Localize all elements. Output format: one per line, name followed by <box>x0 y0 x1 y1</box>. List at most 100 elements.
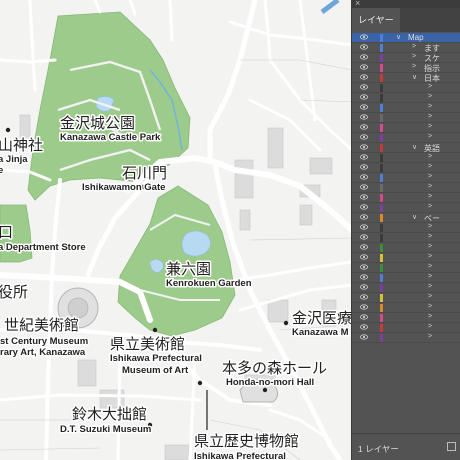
chevron-right-icon[interactable]: > <box>428 323 432 330</box>
eye-icon[interactable] <box>360 54 368 60</box>
eye-icon[interactable] <box>360 204 368 210</box>
chevron-right-icon[interactable]: > <box>428 103 432 110</box>
chevron-right-icon[interactable]: > <box>428 113 432 120</box>
layer-row[interactable]: > <box>352 103 460 113</box>
eye-icon[interactable] <box>360 164 368 170</box>
chevron-right-icon[interactable]: > <box>428 163 432 170</box>
layer-row[interactable]: > <box>352 323 460 333</box>
chevron-right-icon[interactable]: > <box>428 173 432 180</box>
layer-row[interactable]: > <box>352 283 460 293</box>
layer-row[interactable]: > スケ <box>352 53 460 63</box>
eye-icon[interactable] <box>360 84 368 90</box>
chevron-right-icon[interactable]: > <box>428 303 432 310</box>
chevron-right-icon[interactable]: > <box>412 53 416 60</box>
chevron-right-icon[interactable]: > <box>428 93 432 100</box>
chevron-right-icon[interactable]: > <box>428 233 432 240</box>
eye-icon[interactable] <box>360 314 368 320</box>
layer-row[interactable]: > <box>352 273 460 283</box>
layer-row[interactable]: ∨ Map <box>352 33 460 43</box>
layer-row[interactable]: ∨ 日本 <box>352 73 460 83</box>
label-hall-ja: 役所 <box>0 283 28 301</box>
chevron-down-icon[interactable]: ∨ <box>412 143 417 151</box>
chevron-right-icon[interactable]: > <box>428 153 432 160</box>
eye-icon[interactable] <box>360 284 368 290</box>
layer-row[interactable]: ∨ ベー <box>352 213 460 223</box>
layer-row[interactable]: > <box>352 303 460 313</box>
chevron-down-icon[interactable]: ∨ <box>396 33 401 41</box>
layer-row[interactable]: > <box>352 153 460 163</box>
layer-row[interactable]: > <box>352 173 460 183</box>
layer-row[interactable]: > <box>352 193 460 203</box>
chevron-right-icon[interactable]: > <box>428 283 432 290</box>
layer-color-swatch <box>380 224 383 232</box>
tab-layers[interactable]: レイヤー <box>352 8 400 32</box>
layer-row[interactable]: > <box>352 333 460 343</box>
eye-icon[interactable] <box>360 94 368 100</box>
layer-row[interactable]: > <box>352 223 460 233</box>
chevron-right-icon[interactable]: > <box>428 123 432 130</box>
chevron-right-icon[interactable]: > <box>428 333 432 340</box>
chevron-right-icon[interactable]: > <box>428 223 432 230</box>
layer-row[interactable]: > <box>352 313 460 323</box>
eye-icon[interactable] <box>360 34 368 40</box>
eye-icon[interactable] <box>360 194 368 200</box>
chevron-right-icon[interactable]: > <box>428 133 432 140</box>
eye-icon[interactable] <box>360 324 368 330</box>
layer-row[interactable]: > <box>352 133 460 143</box>
layer-row[interactable]: > <box>352 183 460 193</box>
eye-icon[interactable] <box>360 104 368 110</box>
chevron-down-icon[interactable]: ∨ <box>412 73 417 81</box>
eye-icon[interactable] <box>360 224 368 230</box>
layer-row[interactable]: > <box>352 243 460 253</box>
chevron-right-icon[interactable]: > <box>428 193 432 200</box>
layer-row[interactable]: > <box>352 113 460 123</box>
layer-row[interactable]: > <box>352 233 460 243</box>
eye-icon[interactable] <box>360 64 368 70</box>
chevron-right-icon[interactable]: > <box>428 83 432 90</box>
eye-icon[interactable] <box>360 254 368 260</box>
layer-row[interactable]: > <box>352 293 460 303</box>
chevron-right-icon[interactable]: > <box>428 203 432 210</box>
chevron-right-icon[interactable]: > <box>428 293 432 300</box>
eye-icon[interactable] <box>360 144 368 150</box>
layer-row[interactable]: > <box>352 253 460 263</box>
layer-row[interactable]: > 指示 <box>352 63 460 73</box>
layer-row[interactable]: > ます <box>352 43 460 53</box>
layer-row[interactable]: > <box>352 203 460 213</box>
eye-icon[interactable] <box>360 74 368 80</box>
layers-panel[interactable]: × レイヤー ∨ Map > ます > スケ > 指示 ∨ 日本 > > > > > > ∨ 英語 > > > > > > ∨ ベ… <box>352 0 460 460</box>
eye-icon[interactable] <box>360 114 368 120</box>
eye-icon[interactable] <box>360 304 368 310</box>
eye-icon[interactable] <box>360 294 368 300</box>
layer-row[interactable]: > <box>352 163 460 173</box>
chevron-right-icon[interactable]: > <box>428 243 432 250</box>
layer-row[interactable]: > <box>352 83 460 93</box>
eye-icon[interactable] <box>360 214 368 220</box>
eye-icon[interactable] <box>360 174 368 180</box>
eye-icon[interactable] <box>360 184 368 190</box>
new-layer-icon[interactable] <box>447 442 456 451</box>
chevron-right-icon[interactable]: > <box>428 263 432 270</box>
eye-icon[interactable] <box>360 264 368 270</box>
layer-row[interactable]: > <box>352 263 460 273</box>
eye-icon[interactable] <box>360 124 368 130</box>
chevron-right-icon[interactable]: > <box>428 313 432 320</box>
layer-row[interactable]: ∨ 英語 <box>352 143 460 153</box>
chevron-right-icon[interactable]: > <box>428 273 432 280</box>
eye-icon[interactable] <box>360 274 368 280</box>
chevron-right-icon[interactable]: > <box>412 63 416 70</box>
eye-icon[interactable] <box>360 134 368 140</box>
chevron-down-icon[interactable]: ∨ <box>412 213 417 221</box>
eye-icon[interactable] <box>360 334 368 340</box>
layer-row[interactable]: > <box>352 123 460 133</box>
eye-icon[interactable] <box>360 44 368 50</box>
chevron-right-icon[interactable]: > <box>428 253 432 260</box>
close-icon[interactable]: × <box>355 0 360 8</box>
chevron-right-icon[interactable]: > <box>428 183 432 190</box>
chevron-right-icon[interactable]: > <box>412 43 416 50</box>
layer-list[interactable]: ∨ Map > ます > スケ > 指示 ∨ 日本 > > > > > > ∨ 英語 > > > > > > ∨ ベー > > > > > >… <box>352 33 460 433</box>
layer-row[interactable]: > <box>352 93 460 103</box>
eye-icon[interactable] <box>360 234 368 240</box>
eye-icon[interactable] <box>360 244 368 250</box>
eye-icon[interactable] <box>360 154 368 160</box>
